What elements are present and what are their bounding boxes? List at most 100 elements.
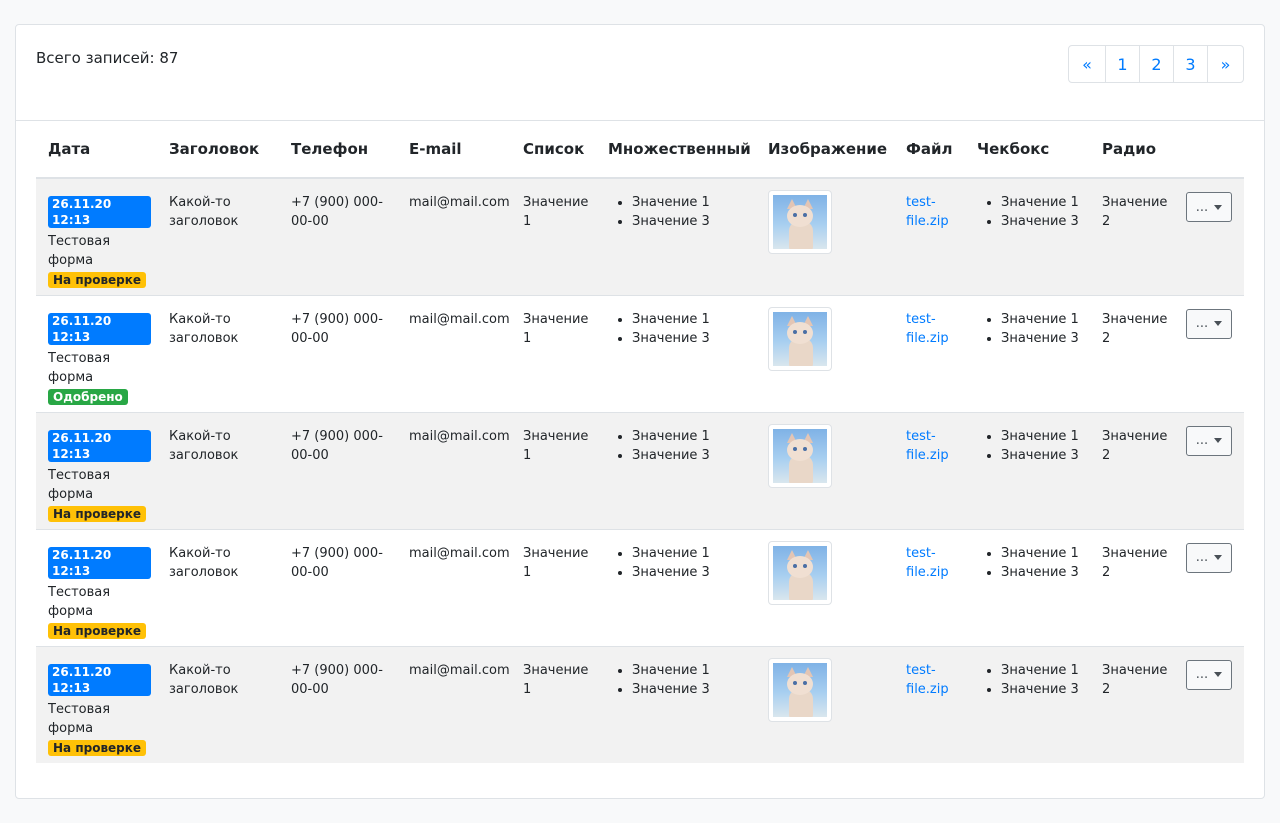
column-header-title[interactable]: Заголовок: [157, 121, 279, 179]
cell-phone: +7 (900) 000-00-00: [279, 177, 397, 295]
cell-email: mail@mail.com: [397, 411, 511, 529]
list-item: Значение 1: [632, 310, 750, 329]
row-actions-dropdown-button[interactable]: ...: [1186, 542, 1232, 573]
cell-phone: +7 (900) 000-00-00: [279, 294, 397, 412]
column-header-phone[interactable]: Телефон: [279, 121, 397, 179]
column-header-checkbox[interactable]: Чекбокс: [965, 121, 1090, 179]
pagination-page-3[interactable]: 3: [1173, 46, 1207, 82]
form-name: Тестовая форма: [48, 350, 111, 385]
column-header-actions: [1174, 121, 1244, 179]
column-header-image[interactable]: Изображение: [756, 121, 894, 179]
date-badge: 26.11.20 12:13: [48, 546, 151, 579]
records-card: Всего записей: 87 « 1 2 3 » Дата Заголов…: [15, 24, 1265, 799]
cell-radio: Значение 2: [1090, 645, 1174, 763]
column-header-email[interactable]: E-mail: [397, 121, 511, 179]
row-actions-dropdown-button[interactable]: ...: [1186, 425, 1232, 456]
image-thumbnail[interactable]: [768, 306, 832, 371]
cell-title: Какой-то заголовок: [157, 645, 279, 763]
column-header-list[interactable]: Список: [511, 121, 596, 179]
cell-file: test-file.zip: [894, 645, 965, 763]
date-badge: 26.11.20 12:13: [48, 663, 151, 696]
file-link[interactable]: test-file.zip: [906, 429, 949, 463]
table-header-row: Дата Заголовок Телефон E-mail Список Мно…: [36, 121, 1244, 179]
cell-actions: ...: [1174, 177, 1244, 295]
list-item: Значение 1: [1001, 544, 1084, 563]
caret-down-icon: [1214, 321, 1223, 326]
cell-actions: ...: [1174, 528, 1244, 646]
pagination-page-2[interactable]: 2: [1139, 46, 1173, 82]
list-item: Значение 1: [1001, 193, 1084, 212]
list-item: Значение 3: [632, 680, 750, 699]
caret-down-icon: [1214, 204, 1223, 210]
file-link[interactable]: test-file.zip: [906, 312, 949, 346]
kitten-image-icon: [773, 311, 827, 366]
image-thumbnail[interactable]: [768, 190, 832, 254]
cell-image: [756, 177, 894, 295]
cell-radio: Значение 2: [1090, 294, 1174, 412]
cell-image: [756, 645, 894, 763]
status-badge: На проверке: [48, 272, 147, 288]
caret-down-icon: [1214, 672, 1223, 677]
column-header-radio[interactable]: Радио: [1090, 121, 1174, 179]
cell-phone: +7 (900) 000-00-00: [279, 645, 397, 763]
list-item: Значение 1: [1001, 661, 1084, 680]
kitten-image-icon: [773, 662, 827, 717]
list-item: Значение 3: [632, 212, 750, 231]
row-actions-label: ...: [1195, 667, 1209, 682]
cell-title: Какой-то заголовок: [157, 294, 279, 412]
row-actions-dropdown-button[interactable]: ...: [1186, 308, 1232, 339]
cell-list: Значение 1: [511, 411, 596, 529]
cell-actions: ...: [1174, 294, 1244, 412]
list-item: Значение 3: [632, 329, 750, 348]
list-item: Значение 1: [632, 661, 750, 680]
table-row: 26.11.20 12:13 Тестовая форма Одобрено К…: [36, 294, 1244, 412]
pagination-prev[interactable]: «: [1069, 46, 1105, 82]
cell-multiple: Значение 1Значение 3: [596, 411, 756, 529]
cell-date: 26.11.20 12:13 Тестовая форма На проверк…: [36, 645, 157, 763]
list-item: Значение 3: [632, 563, 750, 582]
cell-phone: +7 (900) 000-00-00: [279, 411, 397, 529]
list-item: Значение 3: [1001, 329, 1084, 348]
pagination-next[interactable]: »: [1207, 46, 1243, 82]
cell-radio: Значение 2: [1090, 411, 1174, 529]
list-item: Значение 1: [632, 544, 750, 563]
row-actions-dropdown-button[interactable]: ...: [1186, 192, 1232, 222]
records-table: Дата Заголовок Телефон E-mail Список Мно…: [36, 121, 1244, 763]
cell-file: test-file.zip: [894, 411, 965, 529]
list-item: Значение 3: [1001, 563, 1084, 582]
cell-date: 26.11.20 12:13 Тестовая форма Одобрено: [36, 294, 157, 412]
file-link[interactable]: test-file.zip: [906, 195, 949, 229]
cell-checkbox: Значение 1Значение 3: [965, 528, 1090, 646]
cell-email: mail@mail.com: [397, 645, 511, 763]
status-badge: На проверке: [48, 505, 147, 522]
row-actions-dropdown-button[interactable]: ...: [1186, 659, 1232, 690]
image-thumbnail[interactable]: [768, 657, 832, 722]
cell-checkbox: Значение 1Значение 3: [965, 645, 1090, 763]
cell-image: [756, 294, 894, 412]
checkbox-values-list: Значение 1Значение 3: [977, 661, 1084, 699]
kitten-image-icon: [773, 428, 827, 483]
file-link[interactable]: test-file.zip: [906, 663, 949, 697]
checkbox-values-list: Значение 1Значение 3: [977, 310, 1084, 348]
column-header-file[interactable]: Файл: [894, 121, 965, 179]
list-item: Значение 1: [1001, 310, 1084, 329]
status-badge: На проверке: [48, 739, 147, 756]
cell-checkbox: Значение 1Значение 3: [965, 294, 1090, 412]
cell-title: Какой-то заголовок: [157, 411, 279, 529]
image-thumbnail[interactable]: [768, 540, 832, 605]
table-row: 26.11.20 12:13 Тестовая форма На проверк…: [36, 645, 1244, 763]
column-header-multiple[interactable]: Множественный: [596, 121, 756, 179]
image-thumbnail[interactable]: [768, 423, 832, 488]
cell-multiple: Значение 1Значение 3: [596, 528, 756, 646]
multiple-values-list: Значение 1Значение 3: [608, 310, 750, 348]
total-records: Всего записей: 87: [36, 49, 179, 67]
column-header-date[interactable]: Дата: [36, 121, 157, 179]
cell-date: 26.11.20 12:13 Тестовая форма На проверк…: [36, 528, 157, 646]
table-body: 26.11.20 12:13 Тестовая форма На проверк…: [36, 177, 1244, 763]
cell-file: test-file.zip: [894, 528, 965, 646]
list-item: Значение 3: [1001, 212, 1084, 231]
cell-checkbox: Значение 1Значение 3: [965, 411, 1090, 529]
form-name: Тестовая форма: [48, 234, 111, 268]
file-link[interactable]: test-file.zip: [906, 546, 949, 580]
pagination-page-1[interactable]: 1: [1105, 46, 1139, 82]
